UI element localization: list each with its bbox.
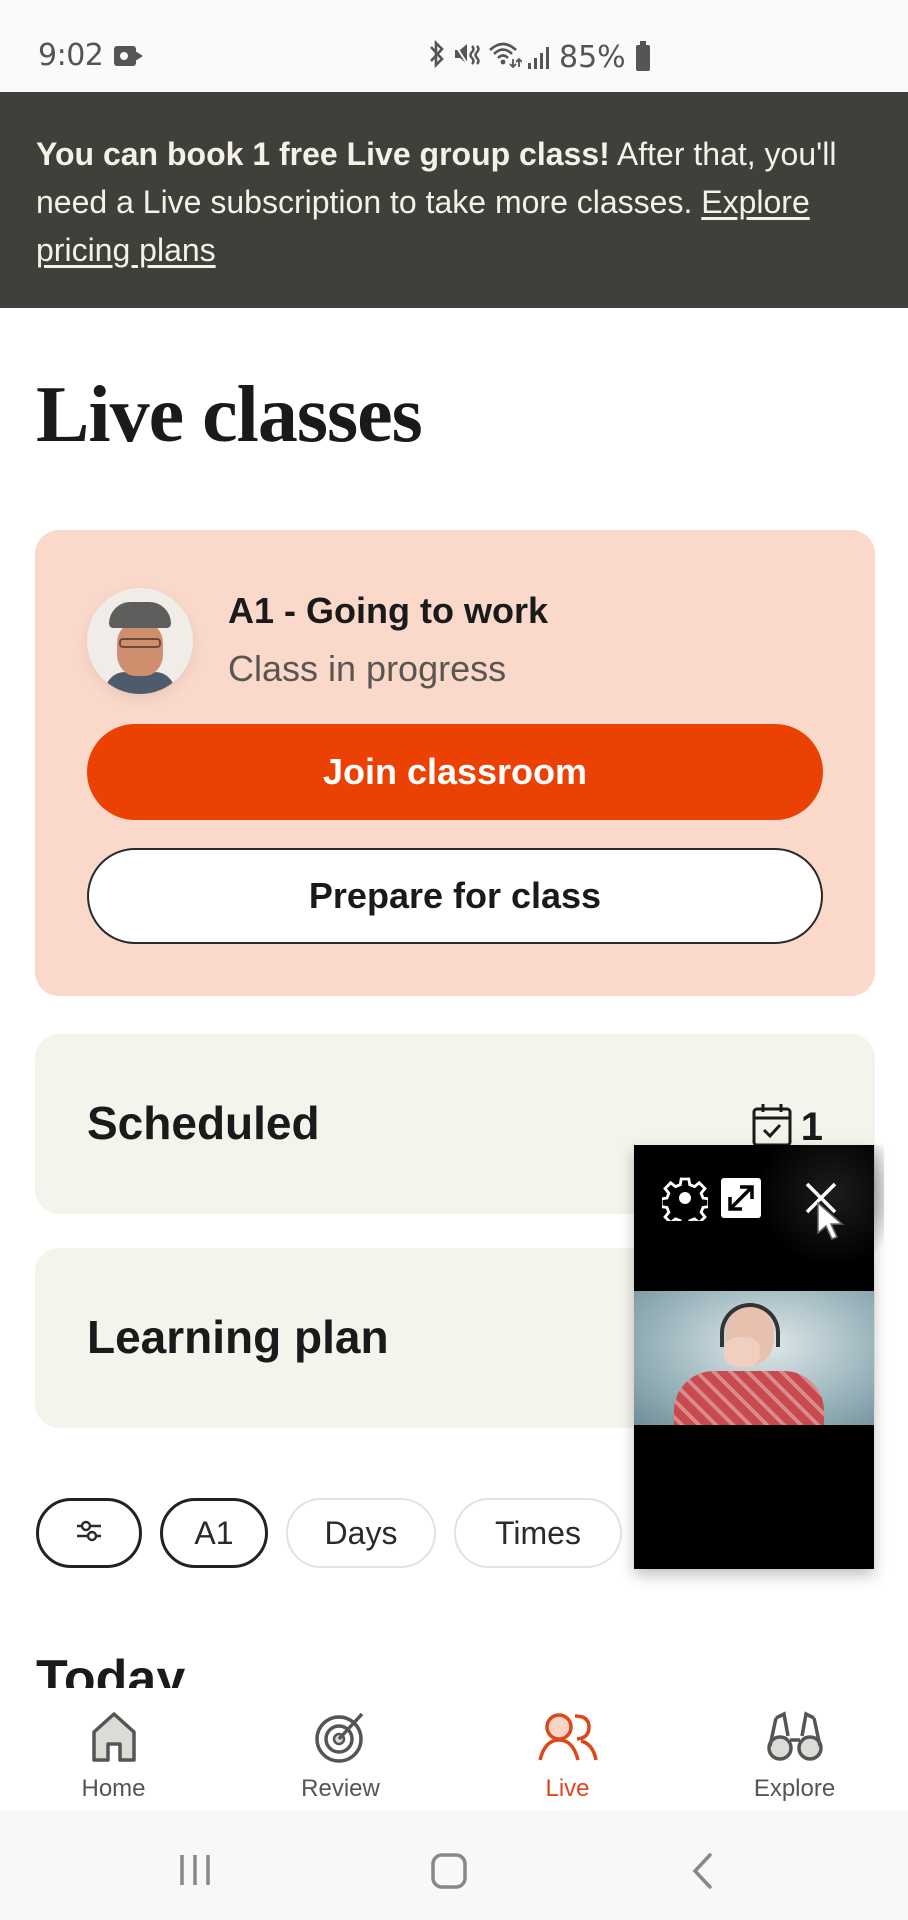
status-time: 9:02 <box>38 38 104 73</box>
back-button[interactable] <box>690 1852 714 1895</box>
status-bar: 9:02 85% <box>0 0 908 92</box>
home-icon <box>89 1710 139 1769</box>
nav-label-live: Live <box>545 1775 590 1802</box>
expand-icon[interactable] <box>720 1177 762 1224</box>
binoculars-icon <box>766 1710 824 1769</box>
bluetooth-icon <box>428 39 446 75</box>
wifi-icon <box>488 40 523 75</box>
filter-chips: A1 Days Times <box>36 1498 622 1568</box>
learning-plan-label: Learning plan <box>87 1311 389 1363</box>
scheduled-label: Scheduled <box>87 1097 320 1149</box>
target-icon <box>314 1710 368 1769</box>
nav-item-review[interactable]: Review <box>227 1694 454 1810</box>
scheduled-count: 1 <box>800 1105 823 1149</box>
bottom-nav: Home Review Live Explore <box>0 1694 908 1810</box>
prepare-for-class-button[interactable]: Prepare for class <box>87 848 823 944</box>
filter-chip-days[interactable]: Days <box>286 1498 436 1568</box>
home-system-button[interactable] <box>430 1852 468 1895</box>
nav-label-home: Home <box>81 1775 146 1802</box>
pip-video-window[interactable] <box>634 1145 884 1569</box>
filter-button[interactable] <box>36 1498 142 1568</box>
nav-item-explore[interactable]: Explore <box>681 1694 908 1810</box>
class-in-progress-card: A1 - Going to work Class in progress Joi… <box>35 530 875 996</box>
nav-label-review: Review <box>301 1775 380 1802</box>
recent-apps-button[interactable] <box>178 1852 212 1893</box>
system-nav-bar <box>0 1810 908 1920</box>
nav-label-explore: Explore <box>753 1775 836 1802</box>
mouse-cursor-icon <box>816 1201 848 1248</box>
screen: 9:02 85% You can book 1 free Live group … <box>0 0 908 1920</box>
class-title: A1 - Going to work <box>228 590 548 631</box>
teacher-avatar <box>87 588 193 694</box>
settings-icon[interactable] <box>659 1175 711 1228</box>
status-icons: 85% <box>428 39 650 75</box>
filter-sliders-icon <box>75 1515 103 1552</box>
free-class-banner: You can book 1 free Live group class! Af… <box>0 92 908 308</box>
pip-video-feed <box>634 1291 874 1425</box>
battery-icon <box>635 40 650 71</box>
people-icon <box>537 1710 599 1769</box>
class-status: Class in progress <box>228 648 507 689</box>
nav-item-live[interactable]: Live <box>454 1694 681 1810</box>
nav-item-home[interactable]: Home <box>0 1694 227 1810</box>
join-classroom-button[interactable]: Join classroom <box>87 724 823 820</box>
battery-percent: 85% <box>559 40 626 75</box>
mute-vibrate-icon <box>452 40 482 75</box>
page-title: Live classes <box>36 371 423 459</box>
signal-icon <box>528 46 549 69</box>
today-heading: Today <box>36 1650 186 1688</box>
filter-chip-times[interactable]: Times <box>454 1498 622 1568</box>
filter-chip-level[interactable]: A1 <box>160 1498 268 1568</box>
banner-bold-text: You can book 1 free Live group class! <box>36 136 610 172</box>
video-record-icon <box>114 46 143 66</box>
